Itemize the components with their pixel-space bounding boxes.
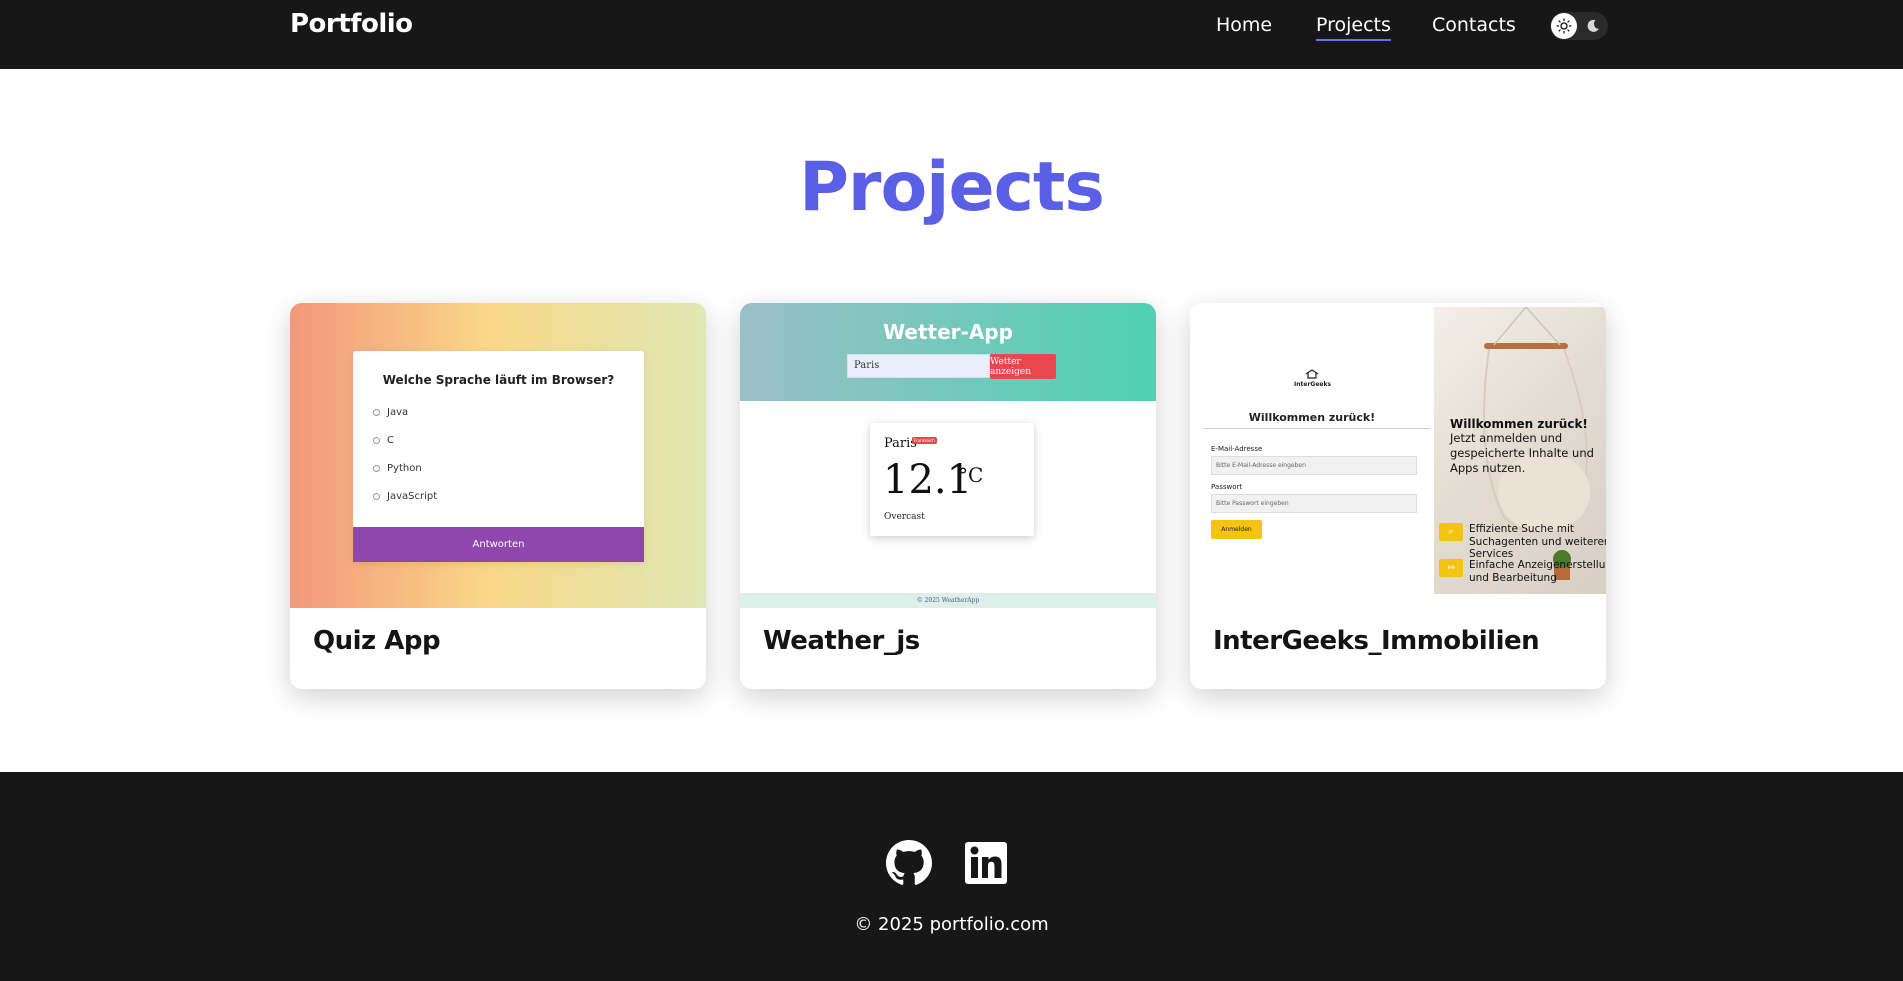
project-thumbnail[interactable]: Wetter-App Paris Wetter anzeigen Paris F… — [740, 303, 1156, 608]
quiz-question: Welche Sprache läuft im Browser? — [382, 373, 615, 387]
feature-item: ⌕ Effiziente Suche mit Suchagenten und w… — [1439, 523, 1606, 561]
project-title[interactable]: Quiz App — [313, 626, 441, 656]
github-icon[interactable] — [886, 840, 932, 886]
theme-toggle[interactable] — [1550, 12, 1608, 40]
radio-icon — [373, 437, 380, 444]
weather-unit: °C — [958, 463, 984, 487]
quiz-option: JavaScript — [373, 491, 437, 502]
resize-icon: ↔ — [1439, 559, 1463, 577]
project-title[interactable]: InterGeeks_Immobilien — [1213, 626, 1540, 656]
quiz-answer-button: Antworten — [353, 527, 644, 562]
quiz-option: C — [373, 435, 394, 446]
intergeeks-headline: Willkommen zurück! Jetzt anmelden und ge… — [1450, 417, 1594, 475]
nav-projects[interactable]: Projects — [1316, 14, 1391, 41]
weather-city-input: Paris — [847, 354, 990, 378]
site-header: Portfolio Home Projects Contacts — [0, 0, 1903, 69]
email-field: Bitte E-Mail-Adresse eingeben — [1211, 456, 1417, 475]
page-title: Projects — [799, 148, 1105, 227]
project-card-weather-js[interactable]: Wetter-App Paris Wetter anzeigen Paris F… — [740, 303, 1156, 689]
site-footer: © 2025 portfolio.com — [0, 772, 1903, 981]
radio-icon — [373, 409, 380, 416]
login-button: Anmelden — [1211, 520, 1262, 539]
weather-show-button: Wetter anzeigen — [990, 354, 1056, 379]
weather-condition: Overcast — [884, 512, 925, 522]
project-thumbnail[interactable]: InterGeeks Willkommen zurück! E-Mail-Adr… — [1190, 303, 1606, 608]
radio-icon — [373, 493, 380, 500]
project-card-intergeeks-immobilien[interactable]: InterGeeks Willkommen zurück! E-Mail-Adr… — [1190, 303, 1606, 689]
project-thumbnail[interactable]: Welche Sprache läuft im Browser? Java C … — [290, 303, 706, 608]
nav-contacts[interactable]: Contacts — [1432, 14, 1516, 36]
quiz-option: Java — [373, 407, 408, 418]
search-icon: ⌕ — [1439, 523, 1463, 541]
weather-header: Wetter-App Paris Wetter anzeigen — [740, 303, 1156, 401]
intergeeks-login-form: InterGeeks Willkommen zurück! E-Mail-Adr… — [1190, 303, 1434, 608]
linkedin-icon[interactable] — [963, 840, 1009, 886]
divider — [1204, 428, 1430, 429]
house-icon — [1305, 369, 1319, 379]
weather-result-panel: Paris Frankreich 12.1 °C Overcast — [870, 423, 1034, 536]
quiz-option: Python — [373, 463, 422, 474]
project-title[interactable]: Weather_js — [763, 626, 920, 656]
copyright-text: © 2025 portfolio.com — [854, 914, 1049, 935]
intergeeks-logo: InterGeeks — [1294, 369, 1331, 388]
moon-icon[interactable] — [1580, 13, 1606, 39]
brand-logo[interactable]: Portfolio — [290, 9, 413, 39]
weather-app-title: Wetter-App — [883, 320, 1013, 344]
sun-icon[interactable] — [1551, 13, 1577, 39]
weather-country-badge: Frankreich — [912, 437, 937, 444]
feature-item: ↔ Einfache Anzeigenerstellung und Bearbe… — [1439, 559, 1606, 584]
quiz-preview-box: Welche Sprache läuft im Browser? Java C … — [353, 351, 644, 562]
email-label: E-Mail-Adresse — [1211, 445, 1263, 453]
radio-icon — [373, 465, 380, 472]
weather-footer: © 2025 WeatherApp — [740, 593, 1156, 608]
project-card-quiz-app[interactable]: Welche Sprache läuft im Browser? Java C … — [290, 303, 706, 689]
password-field: Bitte Passwort eingeben — [1211, 494, 1417, 513]
intergeeks-hero-image: Willkommen zurück! Jetzt anmelden und ge… — [1434, 307, 1606, 594]
nav-home[interactable]: Home — [1216, 14, 1272, 36]
password-label: Passwort — [1211, 483, 1243, 491]
intergeeks-welcome: Willkommen zurück! — [1248, 411, 1376, 424]
